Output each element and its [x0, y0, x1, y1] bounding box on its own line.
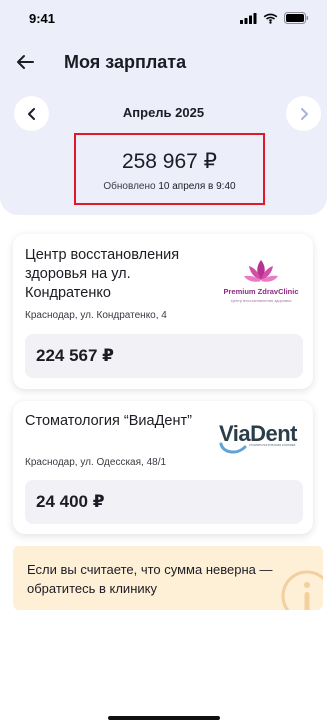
clinic-card[interactable]: Центр восстановления здоровья на ул. Кон… — [13, 234, 313, 389]
clinic-amount: 24 400 ₽ — [36, 492, 105, 511]
wifi-icon — [263, 13, 278, 24]
clinic-logo-text: Premium ZdravClinic — [223, 287, 299, 296]
clinic-amount: 224 567 ₽ — [36, 346, 115, 365]
total-salary-amount: 258 967 ₽ — [121, 150, 218, 173]
notice-text: Если вы считаете, что сумма неверна — об… — [27, 562, 273, 596]
status-icons — [240, 12, 309, 24]
updated-value: 10 апреля в 9:40 — [158, 181, 236, 192]
updated-prefix: Обновлено — [103, 181, 156, 192]
clinic-card[interactable]: Стоматология “ВиаДент” Краснодар, ул. Од… — [13, 401, 313, 534]
clinic-logo: ViaDent стоматологическая клиника — [219, 421, 303, 461]
signal-icon — [240, 12, 257, 24]
month-label: Апрель 2025 — [122, 105, 205, 120]
notice-banner: Если вы считаете, что сумма неверна — об… — [13, 546, 323, 610]
clinic-logo: Premium ZdravClinic Центр восстановления… — [219, 256, 303, 312]
clinic-address: Краснодар, ул. Одесская, 48/1 — [25, 457, 167, 468]
clinic-logo-subtext: Центр восстановления здоровья — [230, 298, 292, 303]
clinic-logo-subtext: стоматологическая клиника — [249, 443, 296, 447]
clinic-name: Стоматология “ВиаДент” — [25, 413, 192, 429]
back-button[interactable] — [14, 51, 36, 73]
home-indicator — [108, 716, 220, 720]
next-month-button[interactable] — [286, 96, 321, 131]
updated-info: Обновлено 10 апреля в 9:40 — [76, 181, 263, 192]
clinic-address: Краснодар, ул. Кондратенко, 4 — [25, 310, 167, 321]
nav-bar: Моя зарплата — [0, 46, 327, 80]
lotus-logo-icon — [244, 260, 278, 282]
info-icon — [281, 570, 323, 610]
month-switcher: Апрель 2025 — [0, 96, 327, 132]
page-title: Моя зарплата — [64, 52, 187, 72]
clinic-amount-box: 24 400 ₽ — [25, 480, 303, 524]
status-time: 9:41 — [29, 11, 56, 26]
arrow-left-icon — [17, 55, 34, 69]
total-salary-highlight: 258 967 ₽ Обновлено 10 апреля в 9:40 — [74, 133, 265, 205]
clinic-name: Центр восстановления здоровья на ул. Кон… — [25, 247, 180, 301]
clinic-amount-box: 224 567 ₽ — [25, 334, 303, 378]
status-bar: 9:41 — [0, 0, 327, 40]
chevron-right-icon — [300, 107, 308, 120]
smile-logo-icon — [219, 442, 247, 454]
battery-icon — [284, 12, 309, 24]
